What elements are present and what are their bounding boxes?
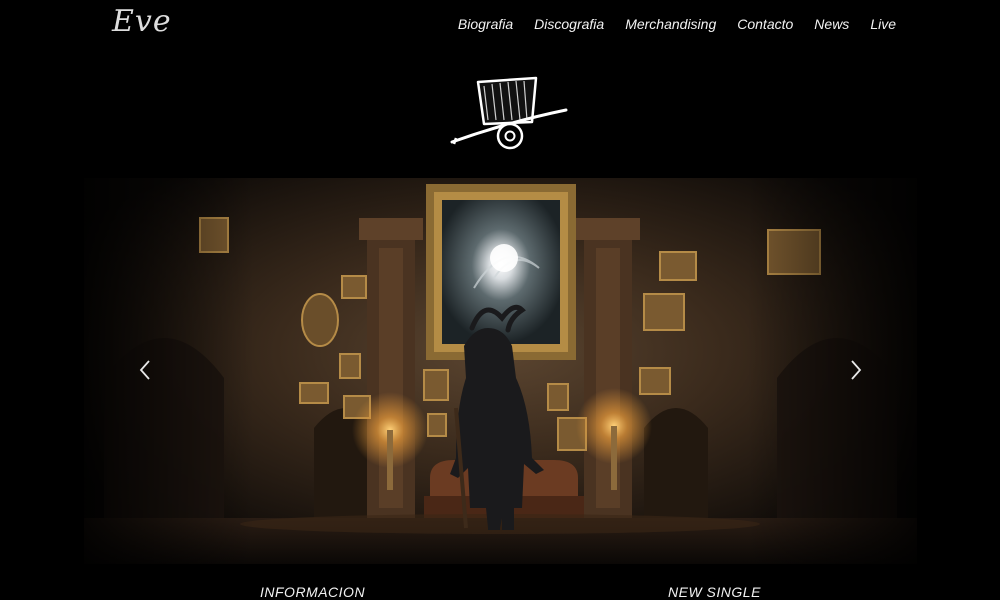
nav-item-news[interactable]: News — [814, 15, 849, 33]
slider-next-arrow[interactable] — [847, 358, 865, 382]
nav-item-discografia[interactable]: Discografia — [534, 15, 604, 33]
hero-slider[interactable] — [84, 178, 917, 564]
site-logo[interactable]: Eve — [112, 4, 172, 39]
hero-image — [84, 178, 917, 564]
nav-item-live[interactable]: Live — [870, 15, 896, 33]
nav-item-contacto[interactable]: Contacto — [737, 15, 793, 33]
nav-item-biografia[interactable]: Biografia — [458, 15, 513, 33]
slider-prev-arrow[interactable] — [136, 358, 154, 382]
top-hat-icon — [450, 76, 568, 150]
section-title-new-single: NEW SINGLE — [668, 584, 761, 600]
section-title-informacion: INFORMACION — [260, 584, 366, 600]
nav-item-merchandising[interactable]: Merchandising — [625, 15, 716, 33]
main-nav: Biografia Discografia Merchandising Cont… — [437, 15, 896, 33]
